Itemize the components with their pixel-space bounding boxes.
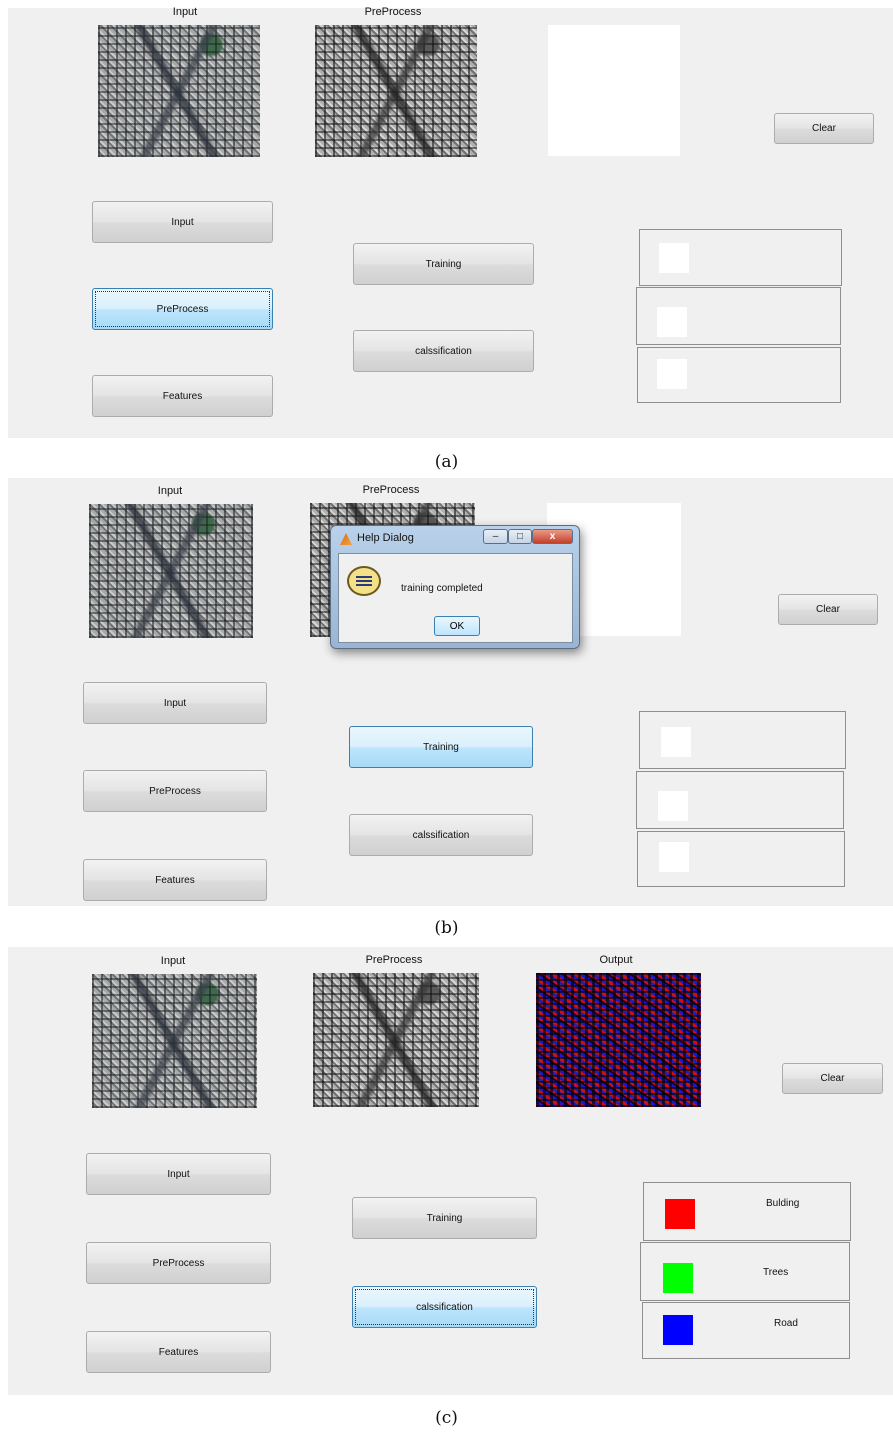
legend-swatch: [658, 791, 688, 821]
panel-a: Input PreProcess Clear Input PreProcess …: [8, 6, 893, 438]
training-button[interactable]: Training: [352, 1197, 537, 1239]
legend-label-trees: Trees: [763, 1267, 789, 1278]
preprocess-image-label: PreProcess: [362, 484, 420, 496]
input-image-label: Input: [172, 6, 198, 18]
legend-swatch: [657, 359, 687, 389]
legend-label-road: Road: [774, 1318, 798, 1329]
legend-label-building: Bulding: [766, 1198, 800, 1209]
input-button[interactable]: Input: [83, 682, 267, 724]
legend-box-1: [639, 711, 846, 769]
training-button[interactable]: Training: [353, 243, 534, 285]
legend-box-1: [639, 229, 842, 286]
caption-b: (b): [434, 918, 459, 938]
classification-button[interactable]: calssification: [352, 1286, 537, 1328]
caption-a: (a): [434, 452, 459, 472]
preprocess-image: [315, 25, 477, 157]
trees-swatch: [663, 1263, 693, 1293]
preprocess-button[interactable]: PreProcess: [83, 770, 267, 812]
panel-c: Input PreProcess Output Clear Input PreP…: [8, 947, 893, 1395]
ok-button[interactable]: OK: [434, 616, 480, 636]
legend-swatch: [661, 727, 691, 757]
matlab-icon: [340, 533, 352, 545]
legend-item-trees: Trees: [640, 1242, 850, 1301]
output-image-label: Output: [599, 954, 633, 966]
maximize-button[interactable]: □: [508, 529, 532, 544]
input-image: [89, 504, 253, 638]
input-image-label: Input: [160, 955, 186, 967]
close-button[interactable]: x: [532, 529, 573, 544]
building-swatch: [665, 1199, 695, 1229]
features-button[interactable]: Features: [83, 859, 267, 901]
preprocess-image-label: PreProcess: [365, 954, 423, 966]
preprocess-button[interactable]: PreProcess: [86, 1242, 271, 1284]
preprocess-button[interactable]: PreProcess: [92, 288, 273, 330]
preprocess-image-label: PreProcess: [364, 6, 422, 18]
help-icon: [347, 566, 381, 596]
legend-swatch: [659, 243, 689, 273]
output-image-blank: [548, 25, 680, 156]
clear-button[interactable]: Clear: [782, 1063, 883, 1094]
input-image-label: Input: [157, 485, 183, 497]
dialog-body: training completed OK: [338, 553, 573, 643]
dialog-title: Help Dialog: [357, 532, 414, 544]
input-button[interactable]: Input: [92, 201, 273, 243]
input-image: [98, 25, 260, 157]
legend-item-road: Road: [642, 1302, 850, 1359]
legend-box-2: [636, 771, 844, 829]
clear-button[interactable]: Clear: [774, 113, 874, 144]
input-image: [92, 974, 257, 1108]
clear-button[interactable]: Clear: [778, 594, 878, 625]
dialog-message: training completed: [401, 583, 483, 594]
classification-button[interactable]: calssification: [349, 814, 533, 856]
help-dialog: Help Dialog – □ x training completed OK: [330, 525, 580, 649]
caption-c: (c): [435, 1408, 458, 1428]
legend-swatch: [659, 842, 689, 872]
training-button[interactable]: Training: [349, 726, 533, 768]
output-image: [536, 973, 701, 1107]
legend-box-2: [636, 287, 841, 345]
road-swatch: [663, 1315, 693, 1345]
features-button[interactable]: Features: [86, 1331, 271, 1373]
legend-box-3: [637, 347, 841, 403]
legend-box-3: [637, 831, 845, 887]
legend-swatch: [657, 307, 687, 337]
legend-item-building: Bulding: [643, 1182, 851, 1241]
preprocess-image: [313, 973, 479, 1107]
features-button[interactable]: Features: [92, 375, 273, 417]
classification-button[interactable]: calssification: [353, 330, 534, 372]
minimize-button[interactable]: –: [483, 529, 508, 544]
input-button[interactable]: Input: [86, 1153, 271, 1195]
